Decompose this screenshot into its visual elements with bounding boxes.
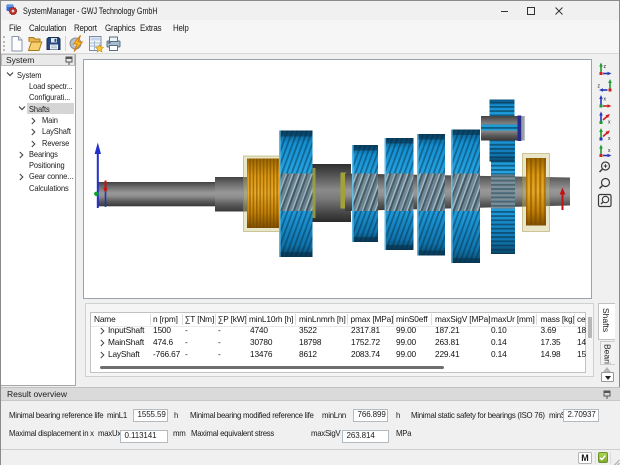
svg-text:z: z: [604, 64, 607, 70]
svg-text:x: x: [608, 148, 611, 154]
svg-text:x: x: [608, 120, 611, 126]
svg-text:x: x: [604, 97, 607, 103]
svg-text:z: z: [598, 84, 601, 90]
svg-text:x: x: [608, 136, 611, 142]
